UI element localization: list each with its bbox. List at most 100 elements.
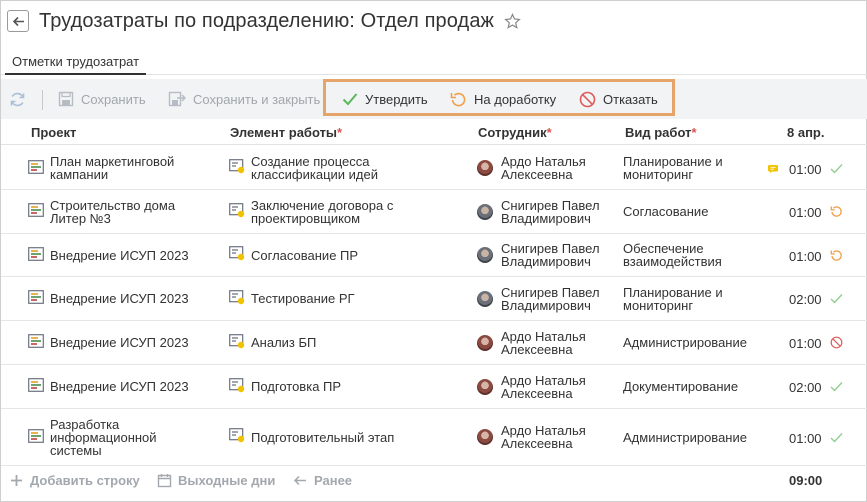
work-type-cell[interactable]: Документирование <box>623 365 763 408</box>
avatar <box>477 378 493 395</box>
work-type-cell[interactable]: Планирование и мониторинг <box>623 277 763 320</box>
table-row[interactable]: План маркетинговой кампании Создание проц… <box>1 147 867 190</box>
employee-cell[interactable]: Снигирев Павел Владимирович <box>477 234 617 276</box>
project-cell[interactable]: Внедрение ИСУП 2023 <box>28 365 218 408</box>
timesheet-window: Трудозатраты по подразделению: Отдел про… <box>0 0 867 502</box>
column-header-element[interactable]: Элемент работы* <box>230 125 342 140</box>
hours-value[interactable]: 01:00 <box>789 205 822 220</box>
table-footer: Добавить строку Выходные дни Ранее 09:00 <box>1 467 867 493</box>
avatar <box>477 429 493 445</box>
earlier-label: Ранее <box>314 472 353 488</box>
comment-icon[interactable] <box>768 164 778 173</box>
work-type-cell[interactable]: Согласование <box>623 190 763 233</box>
element-cell[interactable]: Заключение договора с проектировщиком <box>229 190 469 233</box>
column-header-employee[interactable]: Сотрудник* <box>478 125 552 140</box>
project-cell[interactable]: Разработка информационной системы <box>28 409 218 465</box>
total-hours: 09:00 <box>789 473 823 488</box>
element-name: Согласование ПР <box>251 247 359 263</box>
status-rework-icon <box>830 249 843 262</box>
arrow-left-icon <box>12 16 24 26</box>
project-cell[interactable]: Внедрение ИСУП 2023 <box>28 234 218 276</box>
element-name: Подготовительный этап <box>251 429 395 445</box>
hours-value[interactable]: 01:00 <box>789 162 822 177</box>
save-button[interactable]: Сохранить <box>58 79 146 119</box>
tab-time-marks[interactable]: Отметки трудозатрат <box>5 45 147 75</box>
status-rejected-icon <box>830 336 843 349</box>
table-row[interactable]: Внедрение ИСУП 2023 Тестирование РГ Снигир… <box>1 277 867 321</box>
work-element-icon <box>229 377 245 396</box>
work-element-icon <box>229 333 245 352</box>
table-row[interactable]: Разработка информационной системы Подгото… <box>1 409 867 466</box>
element-name: Подготовка ПР <box>251 379 342 394</box>
employee-cell[interactable]: Снигирев Павел Владимирович <box>477 277 617 320</box>
employee-cell[interactable]: Ардо Наталья Алексеевна <box>477 147 617 189</box>
table-row[interactable]: Внедрение ИСУП 2023 Анализ БП Ардо Наталья… <box>1 321 867 365</box>
element-cell[interactable]: Тестирование РГ <box>229 277 469 320</box>
arrow-left-icon <box>293 475 306 485</box>
action-buttons-highlight <box>323 79 675 116</box>
weekends-label: Выходные дни <box>178 472 276 488</box>
element-name: Анализ БП <box>251 335 317 350</box>
project-cell[interactable]: Строительство дома Литер №3 <box>28 190 218 233</box>
project-icon <box>28 159 44 177</box>
project-cell[interactable]: Внедрение ИСУП 2023 <box>28 321 218 364</box>
project-name: Внедрение ИСУП 2023 <box>50 291 189 306</box>
earlier-button[interactable]: Ранее <box>293 467 352 493</box>
work-type-cell[interactable]: Администрирование <box>623 321 763 364</box>
save-close-button[interactable]: Сохранить и закрыть <box>168 79 320 119</box>
work-type: Планирование и мониторинг <box>623 284 723 313</box>
employee-name: Ардо Наталья Алексеевна <box>501 423 586 451</box>
status-approved-icon <box>830 162 843 175</box>
back-button[interactable] <box>7 10 29 32</box>
refresh-button[interactable] <box>9 79 33 119</box>
work-type: Администрирование <box>623 429 747 445</box>
project-icon <box>28 246 44 264</box>
table-row[interactable]: Внедрение ИСУП 2023 Подготовка ПР Ардо Нат… <box>1 365 867 409</box>
hours-value[interactable]: 01:00 <box>789 336 822 351</box>
project-cell[interactable]: План маркетинговой кампании <box>28 147 218 189</box>
toolbar-divider <box>42 90 43 110</box>
element-cell[interactable]: Подготовка ПР <box>229 365 469 408</box>
work-type: Планирование и мониторинг <box>623 154 723 182</box>
tab-bar: Отметки трудозатрат <box>1 45 867 75</box>
work-element-icon <box>229 289 245 308</box>
element-name: Создание процесса классификации идей <box>251 154 378 182</box>
work-type-cell[interactable]: Планирование и мониторинг <box>623 147 763 189</box>
element-cell[interactable]: Подготовительный этап <box>229 409 469 465</box>
add-row-button[interactable]: Добавить строку <box>9 467 140 493</box>
column-header-work-type[interactable]: Вид работ* <box>625 125 697 140</box>
weekends-button[interactable]: Выходные дни <box>157 467 275 493</box>
star-icon[interactable] <box>504 12 521 30</box>
status-approved-icon <box>830 380 843 393</box>
employee-name: Снигирев Павел Владимирович <box>501 284 600 313</box>
calendar-icon <box>157 473 172 487</box>
employee-cell[interactable]: Ардо Наталья Алексеевна <box>477 409 617 465</box>
column-header-project[interactable]: Проект <box>31 125 76 140</box>
add-row-icon <box>11 474 22 486</box>
column-header-date[interactable]: 8 апр. <box>787 125 824 140</box>
element-cell[interactable]: Согласование ПР <box>229 234 469 276</box>
table-row[interactable]: Внедрение ИСУП 2023 Согласование ПР Снигир… <box>1 234 867 277</box>
table-row[interactable]: Строительство дома Литер №3 Заключение до… <box>1 190 867 234</box>
hours-value[interactable]: 01:00 <box>789 249 822 264</box>
hours-value[interactable]: 02:00 <box>789 292 822 307</box>
element-name: Заключение договора с проектировщиком <box>251 197 394 226</box>
element-cell[interactable]: Создание процесса классификации идей <box>229 147 469 189</box>
employee-name: Снигирев Павел Владимирович <box>501 197 600 226</box>
work-type-cell[interactable]: Обеспечение взаимодействия <box>623 234 763 276</box>
employee-cell[interactable]: Ардо Наталья Алексеевна <box>477 365 617 408</box>
work-type: Согласование <box>623 204 709 219</box>
work-type: Документирование <box>623 379 739 394</box>
project-cell[interactable]: Внедрение ИСУП 2023 <box>28 277 218 320</box>
employee-cell[interactable]: Ардо Наталья Алексеевна <box>477 321 617 364</box>
avatar <box>477 247 493 263</box>
hours-value[interactable]: 02:00 <box>789 380 822 395</box>
hours-value[interactable]: 01:00 <box>789 431 822 446</box>
work-type: Администрирование <box>623 335 747 350</box>
work-element-icon <box>229 428 245 446</box>
work-type-cell[interactable]: Администрирование <box>623 409 763 465</box>
employee-cell[interactable]: Снигирев Павел Владимирович <box>477 190 617 233</box>
element-cell[interactable]: Анализ БП <box>229 321 469 364</box>
save-label: Сохранить <box>81 91 146 107</box>
status-approved-icon <box>830 292 843 305</box>
